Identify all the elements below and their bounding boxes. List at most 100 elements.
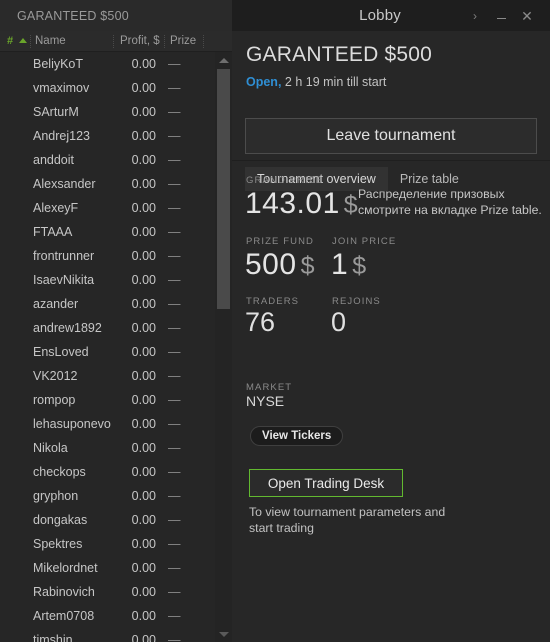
table-row[interactable]: vmaximov 0.00 — [0,76,232,100]
view-tickers-label: View Tickers [262,430,332,442]
player-profit: 0.00 [131,249,156,263]
table-row[interactable]: timshin 0.00 — [0,628,232,642]
grand-prize-label: GRAND PRIZE [246,175,324,186]
window-tab-tournament[interactable]: GARANTEED $500 [0,0,232,31]
player-name: BeliyKoT [33,57,84,71]
prize-fund-value: 500 $ [245,248,315,282]
header-divider [203,35,205,48]
scroll-up-icon[interactable] [216,52,231,68]
player-name: Alexsander [33,177,96,191]
player-name: Spektres [33,537,83,551]
table-row[interactable]: Andrej123 0.00 — [0,124,232,148]
close-icon[interactable]: ✕ [514,0,540,31]
status-badge-open: Open, [246,75,282,89]
column-header-prize[interactable]: Prize [170,35,196,47]
view-tickers-button[interactable]: View Tickers [250,426,344,446]
table-row[interactable]: dongakas 0.00 — [0,508,232,532]
player-prize: — [168,609,181,623]
player-name: AlexeyF [33,201,79,215]
table-row[interactable]: gryphon 0.00 — [0,484,232,508]
open-trading-desk-button[interactable]: Open Trading Desk [249,469,403,497]
table-row[interactable]: Artem0708 0.00 — [0,604,232,628]
table-row[interactable]: andrew1892 0.00 — [0,316,232,340]
player-name: EnsLoved [33,345,89,359]
leave-tournament-button[interactable]: Leave tournament [245,118,537,154]
table-row[interactable]: rompop 0.00 — [0,388,232,412]
player-profit: 0.00 [131,81,156,95]
player-name: lehasuponevo [33,417,111,431]
player-prize: — [168,177,181,191]
grand-prize-value: 143.01 $ [245,187,358,221]
player-name: Rabinovich [33,585,95,599]
player-prize: — [168,561,181,575]
player-profit: 0.00 [131,417,156,431]
player-profit: 0.00 [131,129,156,143]
player-prize: — [168,201,181,215]
minimize-icon[interactable] [488,0,514,31]
table-row[interactable]: SArturM 0.00 — [0,100,232,124]
players-list-scrollbar[interactable] [215,52,232,642]
player-profit: 0.00 [131,345,156,359]
join-price-value: 1 $ [331,248,367,282]
window-controls: › ✕ [462,0,550,31]
player-prize: — [168,489,181,503]
chevron-right-icon[interactable]: › [462,0,488,31]
table-row[interactable]: Alexsander 0.00 — [0,172,232,196]
table-row[interactable]: checkops 0.00 — [0,460,232,484]
players-panel: # Name Profit, $ Prize BeliyKoT 0.00 — vmax… [0,31,232,642]
table-row[interactable]: IsaevNikita 0.00 — [0,268,232,292]
table-row[interactable]: VK2012 0.00 — [0,364,232,388]
tab-prize-table-label: Prize table [399,172,459,186]
scroll-down-icon[interactable] [216,626,231,642]
player-name: Nikola [33,441,68,455]
player-profit: 0.00 [131,585,156,599]
player-name: vmaximov [33,81,90,95]
table-row[interactable]: Spektres 0.00 — [0,532,232,556]
scrollbar-thumb[interactable] [217,69,230,309]
tournament-details-panel: GARANTEED $500 Open, 2 h 19 min till sta… [232,31,550,642]
player-profit: 0.00 [131,105,156,119]
table-row[interactable]: AlexeyF 0.00 — [0,196,232,220]
player-name: SArturM [33,105,79,119]
player-profit: 0.00 [131,201,156,215]
market-value: NYSE [246,393,285,409]
table-row[interactable]: lehasuponevo 0.00 — [0,412,232,436]
players-table-body[interactable]: BeliyKoT 0.00 — vmaximov 0.00 — SArturM 0.00 — An… [0,52,232,642]
grand-prize-currency: $ [343,191,359,219]
table-row[interactable]: frontrunner 0.00 — [0,244,232,268]
join-price-amount: 1 [331,248,349,281]
prize-fund-amount: 500 [245,248,297,281]
table-row[interactable]: BeliyKoT 0.00 — [0,52,232,76]
column-header-name[interactable]: Name [35,35,66,47]
table-row[interactable]: Rabinovich 0.00 — [0,580,232,604]
player-prize: — [168,153,181,167]
player-prize: — [168,585,181,599]
player-prize: — [168,417,181,431]
sort-ascending-icon[interactable] [19,38,27,43]
player-prize: — [168,633,181,642]
column-header-index[interactable]: # [7,35,13,47]
player-name: andrew1892 [33,321,102,335]
table-row[interactable]: EnsLoved 0.00 — [0,340,232,364]
player-name: timshin [33,633,73,642]
table-row[interactable]: Mikelordnet 0.00 — [0,556,232,580]
join-price-label: JOIN PRICE [332,236,397,247]
player-prize: — [168,57,181,71]
table-row[interactable]: azander 0.00 — [0,292,232,316]
trading-desk-note: To view tournament parameters and start … [249,505,446,535]
prize-fund-currency: $ [300,252,315,280]
window-tab-label: GARANTEED $500 [17,8,129,23]
player-profit: 0.00 [131,57,156,71]
player-prize: — [168,393,181,407]
tournament-status: Open, 2 h 19 min till start [246,75,386,89]
table-row[interactable]: Nikola 0.00 — [0,436,232,460]
player-profit: 0.00 [131,177,156,191]
player-profit: 0.00 [131,153,156,167]
player-profit: 0.00 [131,633,156,642]
player-profit: 0.00 [131,513,156,527]
header-divider [164,35,166,48]
table-row[interactable]: FTAAA 0.00 — [0,220,232,244]
table-row[interactable]: anddoit 0.00 — [0,148,232,172]
leave-tournament-label: Leave tournament [326,127,456,144]
column-header-profit[interactable]: Profit, $ [120,35,160,47]
